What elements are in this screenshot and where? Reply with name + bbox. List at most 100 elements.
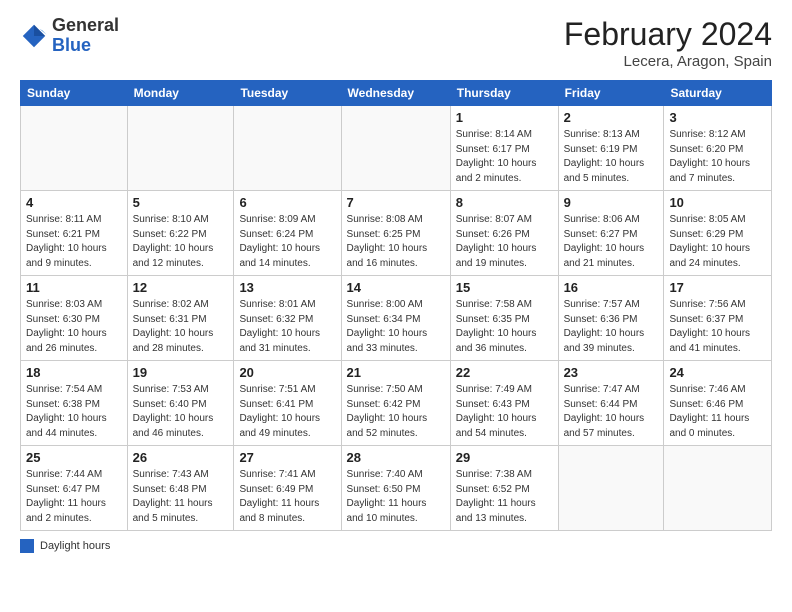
day-info: Sunrise: 7:54 AMSunset: 6:38 PMDaylight:…: [26, 383, 122, 441]
day-info: Sunrise: 7:51 AMSunset: 6:41 PMDaylight:…: [239, 383, 335, 441]
table-row: [21, 106, 128, 191]
day-info: Sunrise: 8:06 AMSunset: 6:27 PMDaylight:…: [564, 213, 659, 271]
day-number: 8: [456, 195, 553, 210]
table-row: 23 Sunrise: 7:47 AMSunset: 6:44 PMDayligh…: [558, 361, 664, 446]
page: General Blue February 2024 Lecera, Arago…: [0, 0, 792, 565]
day-info: Sunrise: 7:47 AMSunset: 6:44 PMDaylight:…: [564, 383, 659, 441]
day-info: Sunrise: 8:09 AMSunset: 6:24 PMDaylight:…: [239, 213, 335, 271]
day-info: Sunrise: 8:14 AMSunset: 6:17 PMDaylight:…: [456, 128, 553, 186]
day-number: 24: [669, 365, 766, 380]
logo: General Blue: [20, 16, 119, 56]
day-info: Sunrise: 8:10 AMSunset: 6:22 PMDaylight:…: [133, 213, 229, 271]
day-info: Sunrise: 7:58 AMSunset: 6:35 PMDaylight:…: [456, 298, 553, 356]
day-info: Sunrise: 8:07 AMSunset: 6:26 PMDaylight:…: [456, 213, 553, 271]
logo-text: General Blue: [52, 16, 119, 56]
day-number: 12: [133, 280, 229, 295]
table-row: 26Sunrise: 7:43 AMSunset: 6:48 PMDayligh…: [127, 446, 234, 531]
day-info: Sunrise: 8:08 AMSunset: 6:25 PMDaylight:…: [347, 213, 445, 271]
table-row: 29Sunrise: 7:38 AMSunset: 6:52 PMDayligh…: [450, 446, 558, 531]
day-number: 22: [456, 365, 553, 380]
day-number: 5: [133, 195, 229, 210]
day-info: Sunrise: 8:12 AMSunset: 6:20 PMDaylight:…: [669, 128, 766, 186]
table-row: 2 Sunrise: 8:13 AMSunset: 6:19 PMDaylight…: [558, 106, 664, 191]
day-info: Sunrise: 7:57 AMSunset: 6:36 PMDaylight:…: [564, 298, 659, 356]
legend-label: Daylight hours: [40, 540, 110, 552]
week-row-4: 25 Sunrise: 7:44 AMSunset: 6:47 PMDayligh…: [21, 446, 772, 531]
table-row: 12 Sunrise: 8:02 AMSunset: 6:31 PMDayligh…: [127, 276, 234, 361]
table-row: [664, 446, 772, 531]
day-number: 6: [239, 195, 335, 210]
table-row: 5 Sunrise: 8:10 AMSunset: 6:22 PMDaylight…: [127, 191, 234, 276]
table-row: 17 Sunrise: 7:56 AMSunset: 6:37 PMDayligh…: [664, 276, 772, 361]
day-info: Sunrise: 8:13 AMSunset: 6:19 PMDaylight:…: [564, 128, 659, 186]
day-number: 23: [564, 365, 659, 380]
day-info: Sunrise: 8:05 AMSunset: 6:29 PMDaylight:…: [669, 213, 766, 271]
table-row: 16Sunrise: 7:57 AMSunset: 6:36 PMDayligh…: [558, 276, 664, 361]
table-row: 4 Sunrise: 8:11 AMSunset: 6:21 PMDaylight…: [21, 191, 128, 276]
table-row: 18Sunrise: 7:54 AMSunset: 6:38 PMDayligh…: [21, 361, 128, 446]
header-row: Sunday Monday Tuesday Wednesday Thursday…: [21, 81, 772, 106]
table-row: 15Sunrise: 7:58 AMSunset: 6:35 PMDayligh…: [450, 276, 558, 361]
table-row: 19 Sunrise: 7:53 AMSunset: 6:40 PMDayligh…: [127, 361, 234, 446]
day-info: Sunrise: 7:53 AMSunset: 6:40 PMDaylight:…: [133, 383, 229, 441]
day-number: 13: [239, 280, 335, 295]
day-number: 11: [26, 280, 122, 295]
table-row: 3 Sunrise: 8:12 AMSunset: 6:20 PMDaylight…: [664, 106, 772, 191]
week-row-3: 18Sunrise: 7:54 AMSunset: 6:38 PMDayligh…: [21, 361, 772, 446]
day-number: 19: [133, 365, 229, 380]
col-tuesday: Tuesday: [234, 81, 341, 106]
day-number: 3: [669, 110, 766, 125]
day-number: 2: [564, 110, 659, 125]
day-number: 28: [347, 450, 445, 465]
title-month: February 2024: [564, 16, 772, 53]
logo-general: General: [52, 15, 119, 35]
col-wednesday: Wednesday: [341, 81, 450, 106]
table-row: 24 Sunrise: 7:46 AMSunset: 6:46 PMDayligh…: [664, 361, 772, 446]
table-row: 6 Sunrise: 8:09 AMSunset: 6:24 PMDaylight…: [234, 191, 341, 276]
table-row: [127, 106, 234, 191]
header: General Blue February 2024 Lecera, Arago…: [20, 16, 772, 70]
day-number: 1: [456, 110, 553, 125]
logo-icon: [20, 22, 48, 50]
day-info: Sunrise: 8:03 AMSunset: 6:30 PMDaylight:…: [26, 298, 122, 356]
col-sunday: Sunday: [21, 81, 128, 106]
day-number: 25: [26, 450, 122, 465]
day-info: Sunrise: 7:44 AMSunset: 6:47 PMDaylight:…: [26, 468, 122, 526]
table-row: 13 Sunrise: 8:01 AMSunset: 6:32 PMDayligh…: [234, 276, 341, 361]
day-number: 10: [669, 195, 766, 210]
table-row: 21 Sunrise: 7:50 AMSunset: 6:42 PMDayligh…: [341, 361, 450, 446]
col-thursday: Thursday: [450, 81, 558, 106]
day-number: 21: [347, 365, 445, 380]
week-row-1: 4 Sunrise: 8:11 AMSunset: 6:21 PMDaylight…: [21, 191, 772, 276]
day-info: Sunrise: 7:56 AMSunset: 6:37 PMDaylight:…: [669, 298, 766, 356]
day-info: Sunrise: 8:02 AMSunset: 6:31 PMDaylight:…: [133, 298, 229, 356]
day-info: Sunrise: 8:11 AMSunset: 6:21 PMDaylight:…: [26, 213, 122, 271]
day-number: 17: [669, 280, 766, 295]
table-row: 20Sunrise: 7:51 AMSunset: 6:41 PMDayligh…: [234, 361, 341, 446]
day-number: 27: [239, 450, 335, 465]
table-row: 22 Sunrise: 7:49 AMSunset: 6:43 PMDayligh…: [450, 361, 558, 446]
logo-blue: Blue: [52, 35, 91, 55]
day-info: Sunrise: 7:46 AMSunset: 6:46 PMDaylight:…: [669, 383, 766, 441]
table-row: 28Sunrise: 7:40 AMSunset: 6:50 PMDayligh…: [341, 446, 450, 531]
table-row: 1 Sunrise: 8:14 AMSunset: 6:17 PMDaylight…: [450, 106, 558, 191]
legend: Daylight hours: [20, 539, 772, 553]
table-row: 11 Sunrise: 8:03 AMSunset: 6:30 PMDayligh…: [21, 276, 128, 361]
day-info: Sunrise: 8:01 AMSunset: 6:32 PMDaylight:…: [239, 298, 335, 356]
table-row: [234, 106, 341, 191]
day-info: Sunrise: 7:50 AMSunset: 6:42 PMDaylight:…: [347, 383, 445, 441]
table-row: 8 Sunrise: 8:07 AMSunset: 6:26 PMDaylight…: [450, 191, 558, 276]
day-number: 4: [26, 195, 122, 210]
col-monday: Monday: [127, 81, 234, 106]
title-block: February 2024 Lecera, Aragon, Spain: [564, 16, 772, 70]
day-number: 9: [564, 195, 659, 210]
table-row: 14Sunrise: 8:00 AMSunset: 6:34 PMDayligh…: [341, 276, 450, 361]
table-row: 27 Sunrise: 7:41 AMSunset: 6:49 PMDayligh…: [234, 446, 341, 531]
calendar-table: Sunday Monday Tuesday Wednesday Thursday…: [20, 80, 772, 531]
col-saturday: Saturday: [664, 81, 772, 106]
legend-box: [20, 539, 34, 553]
day-info: Sunrise: 8:00 AMSunset: 6:34 PMDaylight:…: [347, 298, 445, 356]
day-info: Sunrise: 7:41 AMSunset: 6:49 PMDaylight:…: [239, 468, 335, 526]
day-number: 29: [456, 450, 553, 465]
day-info: Sunrise: 7:49 AMSunset: 6:43 PMDaylight:…: [456, 383, 553, 441]
